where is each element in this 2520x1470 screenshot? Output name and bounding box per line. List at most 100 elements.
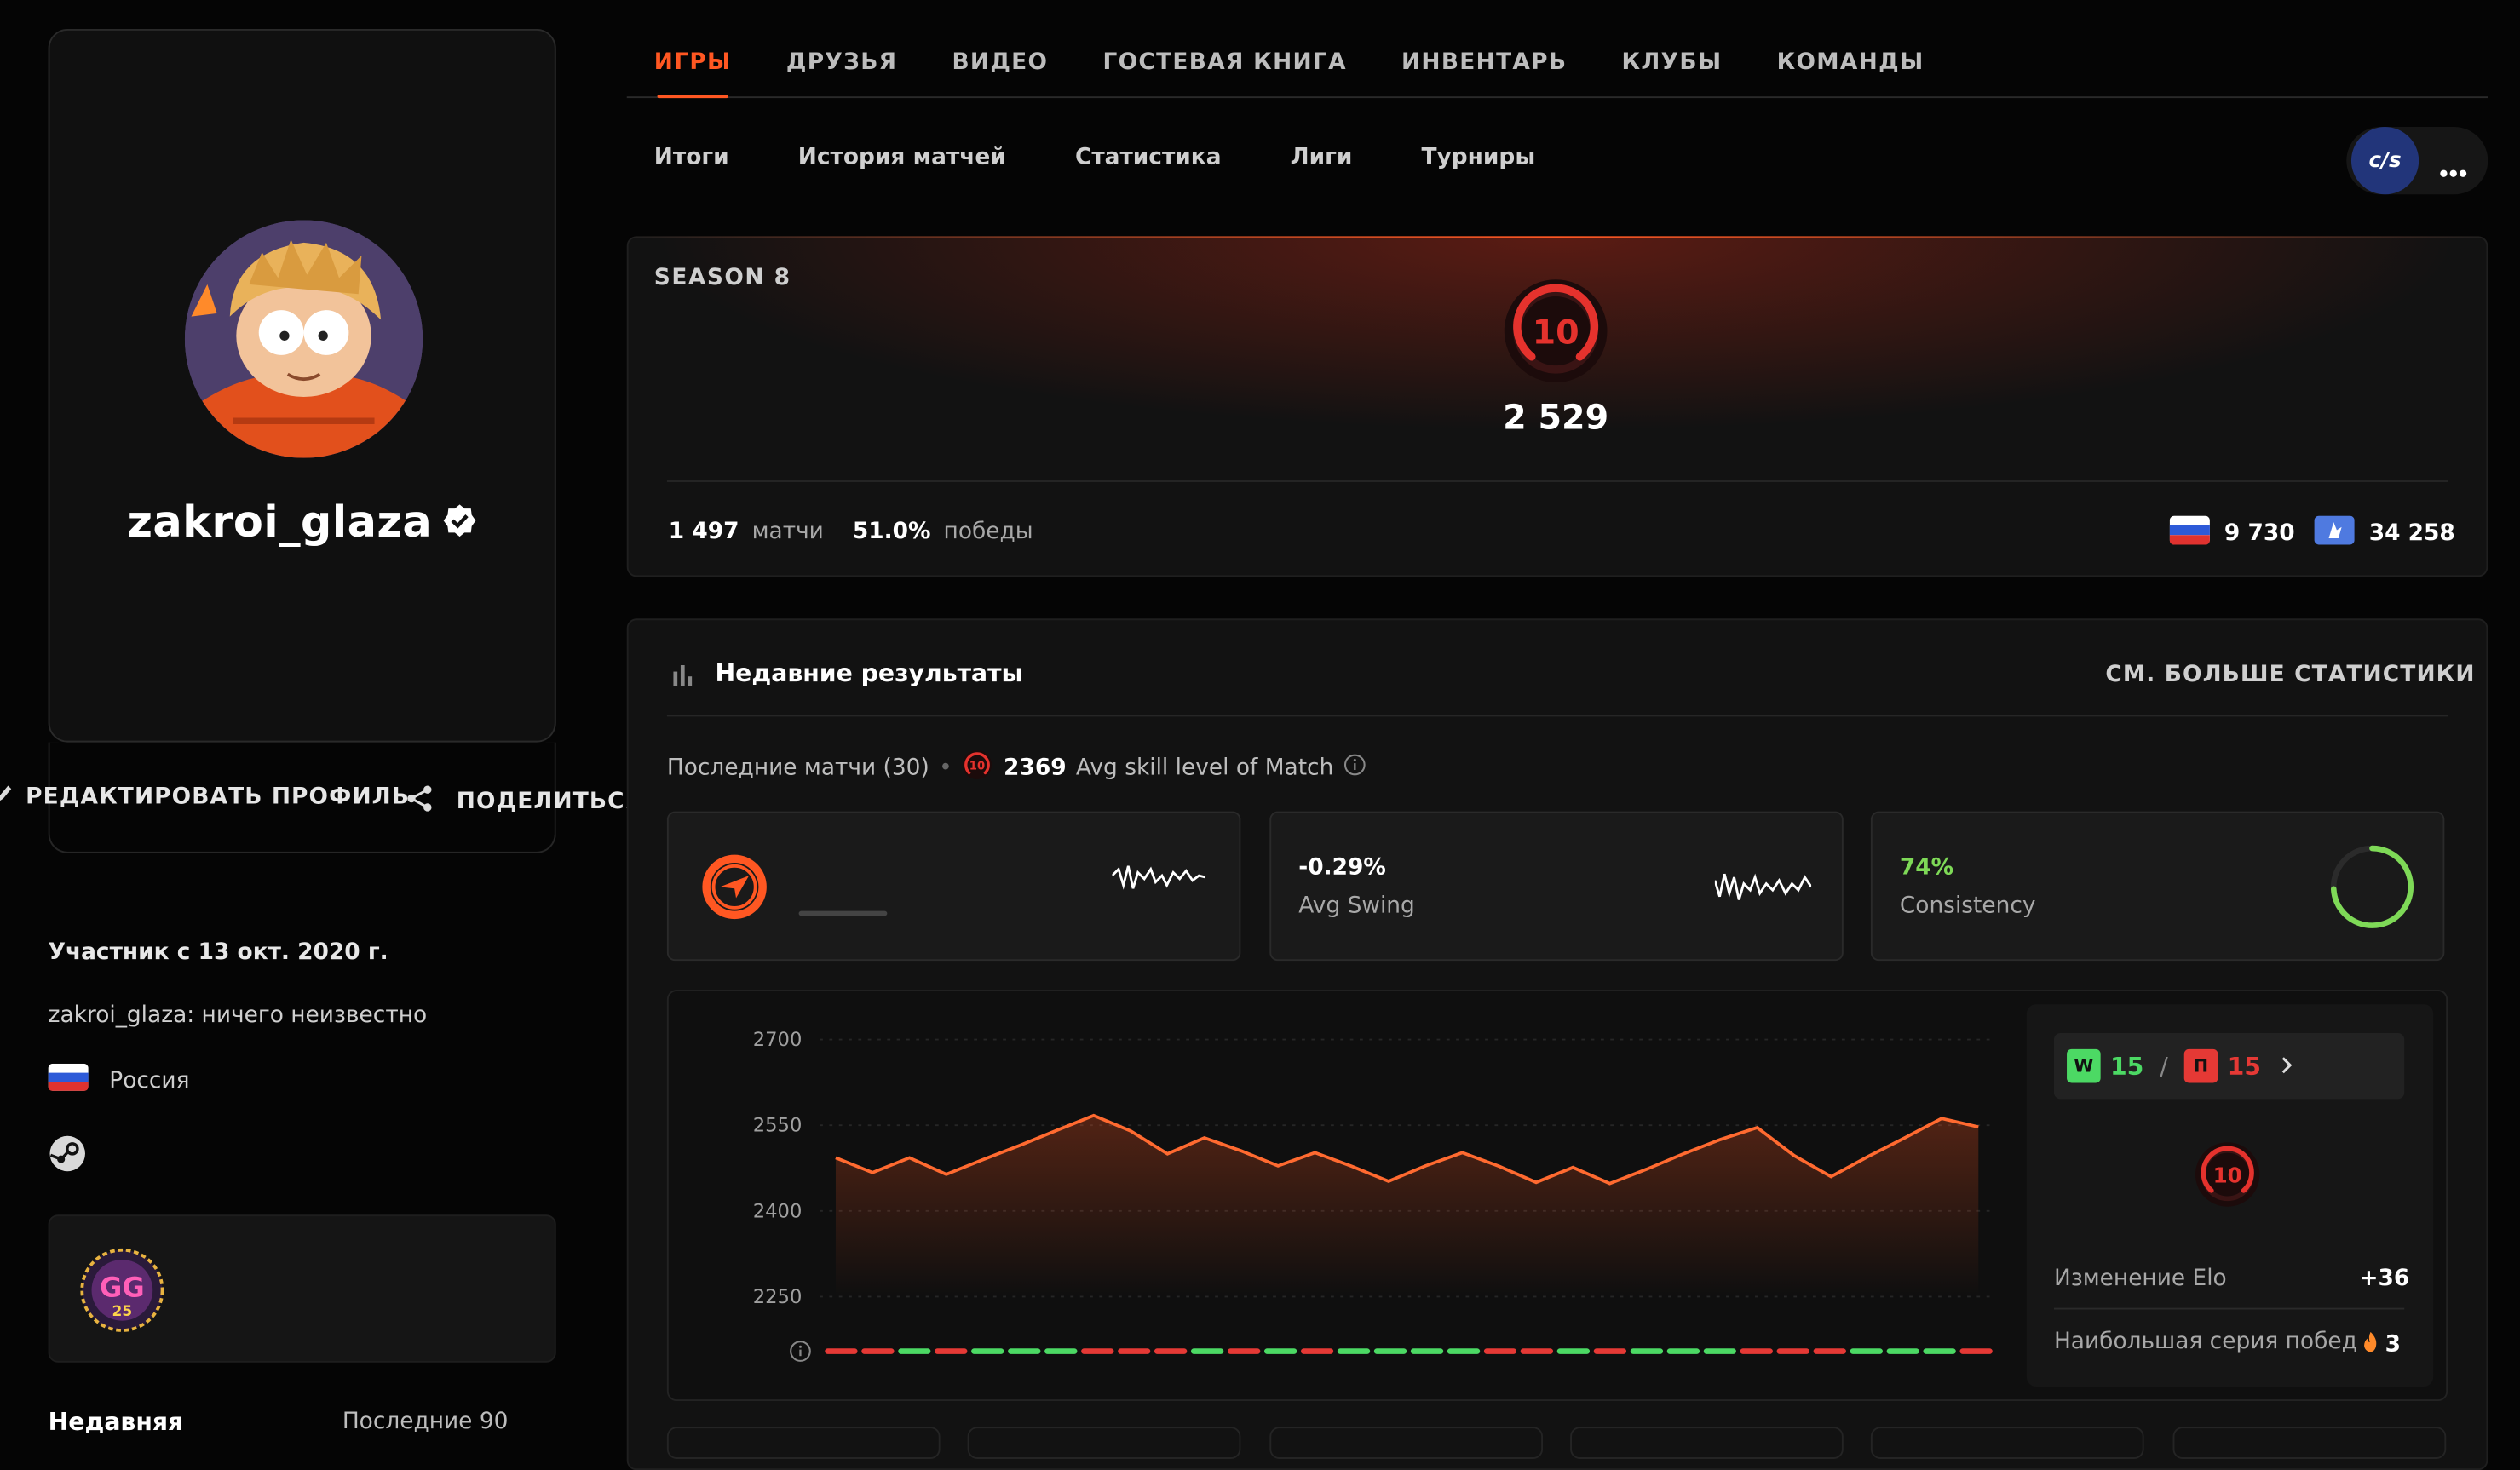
bio: zakroi_glaza: ничего неизвестно: [48, 1002, 428, 1029]
season-accent-line: [626, 236, 2488, 238]
win-streak: 3: [2362, 1329, 2401, 1359]
tab-games[interactable]: ИГРЫ: [654, 45, 732, 99]
stat-tile: [967, 1427, 1241, 1459]
country-name: Россия: [109, 1067, 190, 1094]
info-icon[interactable]: [790, 1341, 811, 1362]
matches-value: 1 497: [668, 519, 739, 545]
tab-teams[interactable]: КОМАНДЫ: [1777, 45, 1925, 98]
sparkline: [1111, 859, 1208, 904]
skill-level-icon: 10: [1503, 278, 1609, 390]
badge-text: GG: [100, 1271, 145, 1303]
share-icon: [405, 784, 434, 820]
winrate-value: 51.0%: [852, 519, 931, 545]
wins-count: 15: [2109, 1051, 2144, 1081]
badge-number: 25: [112, 1303, 133, 1320]
separator-slash: /: [2160, 1051, 2168, 1081]
edit-profile-button[interactable]: РЕДАКТИРОВАТЬ ПРОФИЛЬ: [0, 784, 410, 810]
elo-value: 2 529: [1503, 398, 1609, 438]
win-streak-label: Наибольшая серия побед: [2053, 1329, 2357, 1355]
last-matches-label: Последние матчи (30): [666, 755, 929, 781]
tab-video[interactable]: ВИДЕО: [952, 45, 1048, 98]
swing-label: Avg Swing: [1298, 893, 1415, 920]
elo-chart: 2700 2550 2400 2250: [753, 1029, 1995, 1362]
faceit-icon: [701, 853, 768, 927]
pencil-icon: [0, 784, 13, 810]
y-tick-label: 2550: [753, 1115, 803, 1137]
swing-value: -0.29%: [1298, 854, 1386, 881]
username-text: zakroi_glaza: [127, 497, 433, 548]
avg-skill-label: Avg skill level of Match: [1075, 755, 1334, 781]
region-rank: 34 258: [2368, 520, 2455, 547]
username: zakroi_glaza: [49, 498, 556, 549]
losses-count: 15: [2227, 1051, 2261, 1081]
win-streak-value: 3: [2385, 1330, 2401, 1358]
member-since: Участник с 13 окт. 2020 г.: [48, 939, 388, 966]
subtab-leagues[interactable]: Лиги: [1291, 145, 1353, 170]
recent-label: Недавняя: [48, 1407, 184, 1437]
stat-tile: [2172, 1427, 2447, 1459]
country-ranking[interactable]: 9 730: [2169, 515, 2295, 552]
sub-tabs: Итоги История матчей Статистика Лиги Тур…: [654, 145, 1535, 170]
steam-icon[interactable]: [49, 1134, 87, 1180]
last-matches-row: Последние матчи (30) • 10 2369 Avg skill…: [667, 749, 1366, 787]
bar-chart-icon: [672, 662, 694, 692]
separator-dot: •: [939, 755, 952, 781]
elo-change-label: Изменение Elo: [2053, 1266, 2227, 1292]
tab-inventory[interactable]: ИНВЕНТАРЬ: [1401, 45, 1567, 98]
more-options-icon[interactable]: [2440, 154, 2467, 185]
share-button[interactable]: ПОДЕЛИТЬСЯ: [405, 784, 643, 820]
loss-badge: П: [2183, 1048, 2218, 1083]
consistency-value: 74%: [1899, 854, 1954, 881]
avg-skill-value: 2369: [1004, 755, 1067, 781]
tab-friends[interactable]: ДРУЗЬЯ: [786, 45, 897, 98]
win-loss-row: W 15 / П 15: [2067, 1048, 2293, 1083]
fire-icon: [2362, 1329, 2379, 1359]
svg-text:10: 10: [2213, 1163, 2242, 1187]
winrate-label: победы: [943, 519, 1033, 545]
see-more-stats-link[interactable]: СМ. БОЛЬШЕ СТАТИСТИКИ: [2105, 662, 2475, 687]
russia-flag-icon: [48, 1063, 89, 1098]
skill-level-icon: 10: [2194, 1140, 2261, 1214]
tab-guestbook[interactable]: ГОСТЕВАЯ КНИГА: [1102, 45, 1346, 98]
subtab-tournaments[interactable]: Турниры: [1422, 145, 1536, 170]
divider: [2053, 1307, 2405, 1310]
verified-icon: [441, 500, 477, 549]
svg-text:10: 10: [970, 761, 986, 773]
subtab-match-history[interactable]: История матчей: [798, 145, 1006, 170]
win-badge: W: [2067, 1048, 2101, 1083]
y-tick-label: 2700: [753, 1029, 803, 1051]
chevron-right-icon: [2281, 1052, 2293, 1081]
country-row: Россия: [48, 1063, 190, 1098]
consistency-ring: [2329, 843, 2416, 936]
season-stats: 1 497 матчи 51.0% победы: [669, 519, 1033, 544]
divider: [666, 715, 2448, 717]
elo-area: [835, 1115, 1979, 1297]
stat-tile: [1269, 1427, 1544, 1459]
avg-level-icon: 10: [962, 749, 994, 787]
sparkline: [1713, 868, 1813, 913]
gg-badge[interactable]: GG 25: [80, 1248, 164, 1339]
subtab-summary[interactable]: Итоги: [654, 145, 729, 170]
info-icon[interactable]: [1343, 754, 1366, 783]
stat-tile: [1570, 1427, 1844, 1459]
recent-results-title: Недавние результаты: [715, 658, 1024, 688]
elo-change-value: +36: [2359, 1266, 2410, 1292]
avatar: [184, 220, 423, 458]
subtab-statistics[interactable]: Статистика: [1075, 145, 1222, 170]
y-tick-label: 2400: [753, 1200, 803, 1222]
y-tick-label: 2250: [753, 1286, 803, 1308]
region-ranking[interactable]: 34 258: [2314, 515, 2455, 552]
country-rank: 9 730: [2224, 520, 2295, 547]
tab-clubs[interactable]: КЛУБЫ: [1621, 45, 1722, 98]
matches-label: матчи: [751, 519, 824, 545]
loading-bar: [798, 910, 888, 916]
divider: [666, 480, 2448, 482]
cs-game-icon[interactable]: c/s: [2350, 127, 2419, 195]
main-tabs: ИГРЫ ДРУЗЬЯ ВИДЕО ГОСТЕВАЯ КНИГА ИНВЕНТА…: [626, 45, 2488, 99]
consistency-label: Consistency: [1899, 893, 2036, 920]
russia-flag-icon: [2169, 515, 2210, 552]
stat-tile: [1870, 1427, 2144, 1459]
region-icon: [2314, 515, 2355, 552]
recent-period[interactable]: Последние 90: [342, 1409, 509, 1434]
season-title: SEASON 8: [653, 265, 791, 291]
